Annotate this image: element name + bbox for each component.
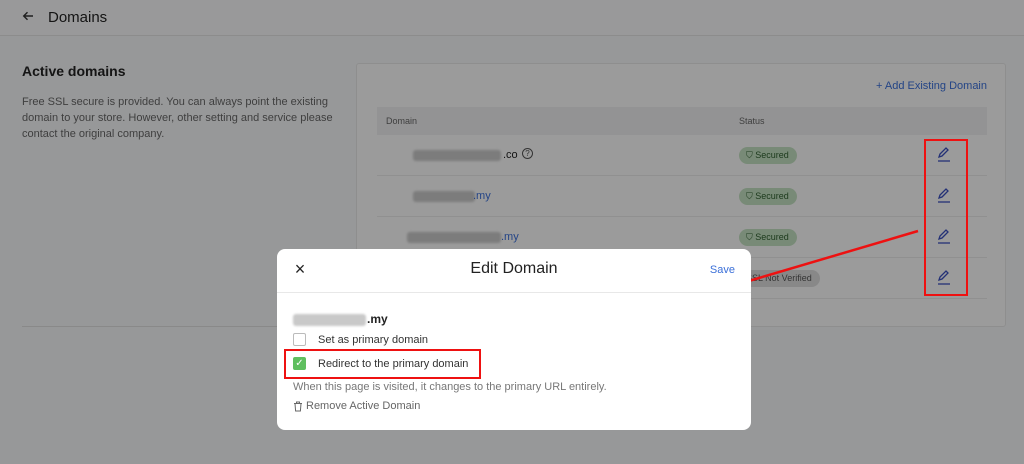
set-primary-label: Set as primary domain (318, 333, 429, 346)
modal-domain-name: .my (293, 312, 388, 326)
annotation-highlight-edit-icons (924, 139, 968, 296)
set-primary-checkbox[interactable] (293, 333, 306, 346)
save-button[interactable]: Save (710, 264, 735, 276)
remove-domain-label: Remove Active Domain (306, 400, 421, 412)
trash-icon (294, 401, 302, 411)
domain-suffix: .my (367, 312, 388, 326)
modal-title: Edit Domain (470, 260, 558, 277)
annotation-highlight-redirect (284, 349, 481, 379)
set-primary-option[interactable]: Set as primary domain (293, 333, 428, 346)
redirect-hint: When this page is visited, it changes to… (293, 381, 607, 393)
redacted-domain (293, 313, 366, 326)
edit-domain-modal: × Edit Domain Save .my Set as primary do… (277, 249, 751, 430)
modal-divider (277, 292, 751, 293)
remove-domain-button[interactable]: Remove Active Domain (293, 400, 420, 412)
